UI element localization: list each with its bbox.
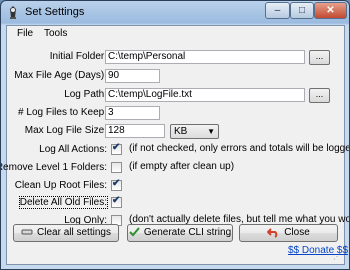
checkmark-icon: ✔: [112, 142, 121, 153]
app-icon: [10, 6, 16, 19]
delete-all-old-checkbox[interactable]: ✔: [111, 195, 122, 208]
clear-icon: [21, 229, 33, 235]
log-files-to-keep-input[interactable]: 3: [105, 106, 160, 120]
log-files-to-keep-label: # Log Files to Keep:: [18, 107, 107, 118]
initial-folder-label: Initial Folder:: [49, 51, 107, 62]
initial-folder-input[interactable]: C:\temp\Personal: [105, 50, 305, 64]
log-size-unit-select[interactable]: KB ▼: [170, 124, 219, 139]
log-size-unit-value: KB: [174, 126, 188, 137]
checkmark-icon: ✔: [112, 178, 121, 189]
remove-level1-note: (if empty after clean up): [129, 161, 235, 172]
max-file-age-input[interactable]: 90: [105, 69, 160, 83]
clear-all-settings-label: Clear all settings: [37, 227, 111, 238]
settings-window: Set Settings – □ ✕ File Tools Initial Fo…: [0, 0, 350, 270]
undo-arrow-icon: [267, 228, 278, 238]
menu-tools[interactable]: Tools: [44, 28, 67, 39]
title-bar[interactable]: Set Settings – □ ✕: [1, 1, 349, 25]
log-all-actions-note: (if not checked, only errors and totals …: [129, 143, 350, 154]
resize-grip-icon[interactable]: ⋰: [333, 253, 343, 263]
close-window-button[interactable]: ✕: [314, 2, 347, 19]
menu-file[interactable]: File: [17, 28, 33, 39]
clean-up-root-checkbox[interactable]: ✔: [111, 178, 122, 191]
log-path-input[interactable]: C:\temp\LogFile.txt: [105, 88, 305, 102]
chevron-down-icon: ▼: [207, 127, 215, 136]
clean-up-root-label: Clean Up Root Files:: [14, 180, 107, 191]
window-title: Set Settings: [25, 6, 85, 18]
minimize-button[interactable]: –: [265, 2, 290, 19]
menu-bar: File Tools: [7, 26, 344, 42]
delete-all-old-label: Delete All Old Files:: [18, 196, 109, 209]
log-path-browse-button[interactable]: ...: [309, 88, 330, 103]
generate-cli-label: Generate CLI string: [143, 227, 232, 238]
close-button[interactable]: Close: [239, 224, 338, 242]
client-area: File Tools Initial Folder: C:\temp\Perso…: [1, 25, 349, 265]
maximize-button[interactable]: □: [290, 2, 314, 19]
checkmark-icon: ✔: [112, 195, 121, 206]
generate-cli-button[interactable]: Generate CLI string: [127, 224, 233, 242]
max-log-size-label: Max Log File Size:: [24, 125, 107, 136]
log-all-actions-checkbox[interactable]: ✔: [111, 142, 122, 155]
max-file-age-label: Max File Age (Days):: [14, 70, 107, 81]
log-all-actions-label: Log All Actions:: [39, 144, 107, 155]
remove-level1-label: Remove Level 1 Folders:: [0, 162, 107, 173]
log-path-label: Log Path:: [64, 89, 107, 100]
close-label: Close: [284, 227, 310, 238]
remove-level1-checkbox[interactable]: [111, 162, 122, 173]
max-log-size-input[interactable]: 128: [105, 124, 165, 138]
initial-folder-browse-button[interactable]: ...: [309, 50, 330, 65]
clear-all-settings-button[interactable]: Clear all settings: [13, 224, 119, 242]
checkmark-icon: [129, 227, 140, 237]
